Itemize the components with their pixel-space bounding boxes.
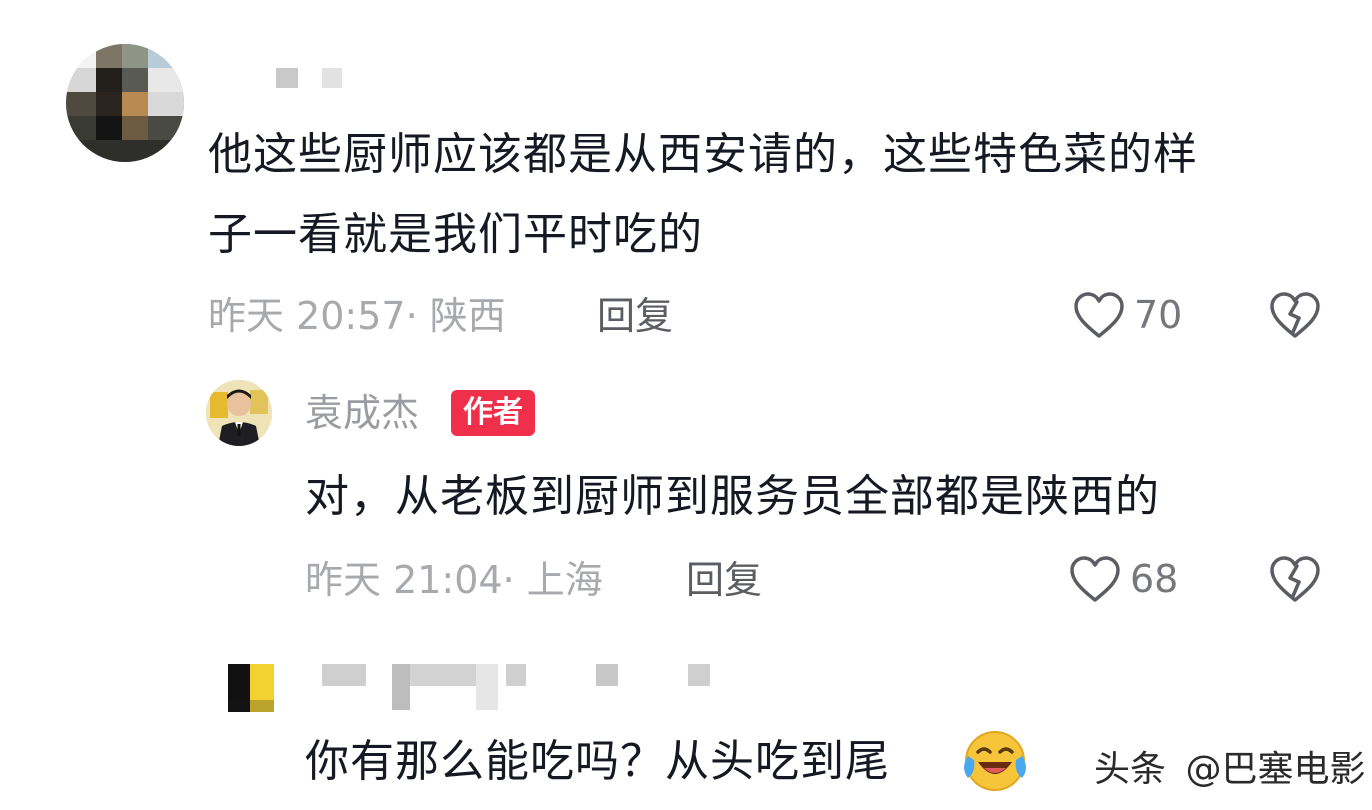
- watermark-brand: 头条: [1094, 749, 1167, 790]
- comment-2-text: 对，从老板到厨师到服务员全部都是陕西的: [305, 471, 1160, 522]
- comment-1-text-line2: 子一看就是我们平时吃的: [208, 209, 703, 260]
- heart-icon: [1070, 556, 1120, 602]
- watermark: 头条 @巴塞电影: [1094, 748, 1365, 792]
- comment-thread: 他这些厨师应该都是从西安请的，这些特色菜的样 子一看就是我们平时吃的 昨天 20…: [0, 0, 1372, 810]
- comment-1-meta: 昨天 20:57· 陕西: [208, 294, 506, 338]
- commenter-1-avatar[interactable]: [66, 44, 184, 162]
- comment-2-like-button[interactable]: 68: [1068, 554, 1178, 604]
- comment-1-reply-button[interactable]: 回复: [597, 294, 673, 338]
- author-avatar[interactable]: [206, 380, 272, 446]
- comment-1-text-line1: 他这些厨师应该都是从西安请的，这些特色菜的样: [208, 129, 1198, 180]
- watermark-account: @巴塞电影: [1185, 749, 1366, 790]
- laughing-crying-emoji-icon: [964, 731, 1026, 791]
- comment-2-like-count: 68: [1130, 557, 1179, 601]
- dislike-broken-heart-icon[interactable]: [1268, 554, 1322, 604]
- comment-3-text: 你有那么能吃吗？从头吃到尾: [305, 736, 890, 787]
- author-avatar-image: [206, 380, 272, 446]
- heart-icon: [1074, 292, 1124, 338]
- comment-2-meta: 昨天 21:04· 上海: [305, 558, 603, 602]
- dislike-broken-heart-icon[interactable]: [1268, 290, 1322, 340]
- comment-1-like-count: 70: [1134, 293, 1183, 337]
- comment-2-reply-button[interactable]: 回复: [686, 558, 762, 602]
- comment-1-like-button[interactable]: 70: [1072, 290, 1182, 340]
- author-badge: 作者: [451, 390, 535, 436]
- author-name[interactable]: 袁成杰: [305, 391, 419, 435]
